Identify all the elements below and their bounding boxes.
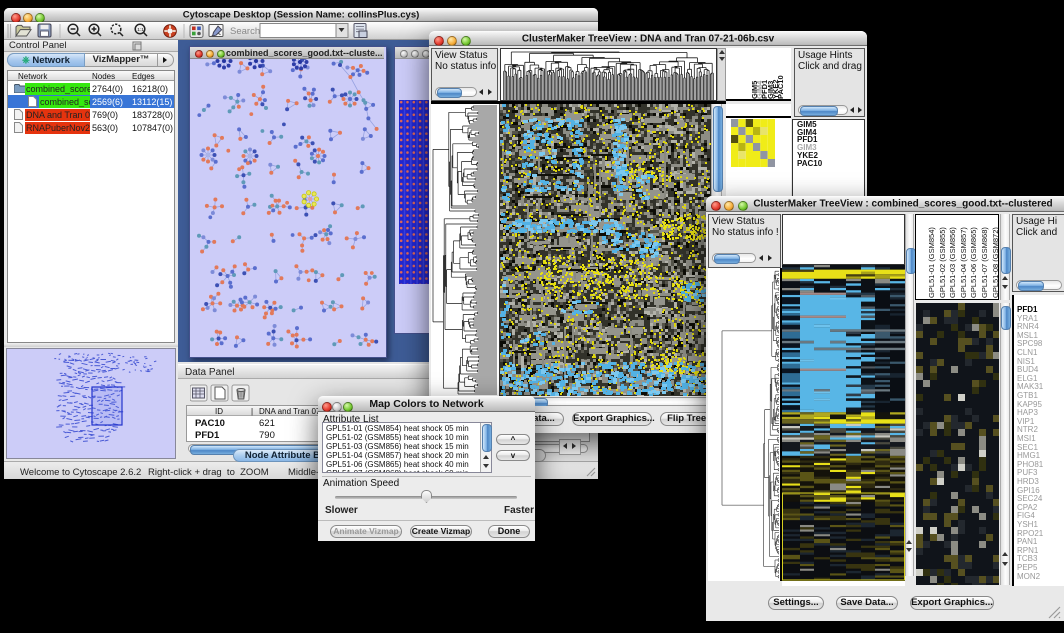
svg-text:Search:: Search: <box>230 26 263 37</box>
svg-text:1:1: 1:1 <box>137 27 144 33</box>
